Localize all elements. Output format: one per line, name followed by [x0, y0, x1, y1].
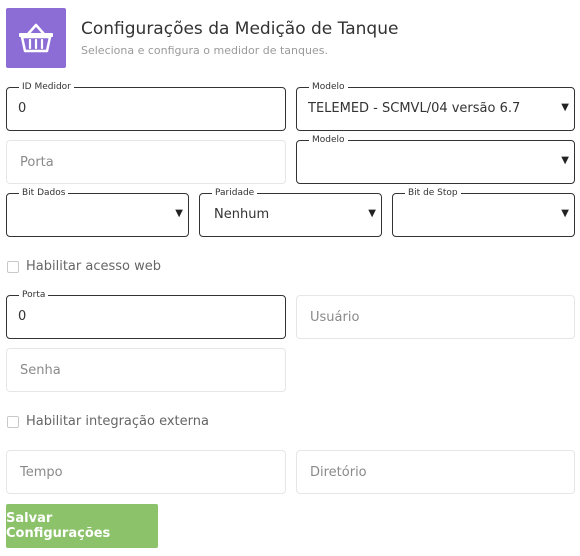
dropdown-arrow-icon: ▼ [561, 102, 569, 113]
dropdown-arrow-icon: ▼ [561, 208, 569, 219]
web-porta-value: 0 [18, 309, 27, 324]
porta-placeholder: Porta [20, 155, 54, 170]
dropdown-arrow-icon: ▼ [175, 208, 183, 219]
bit-dados-select[interactable]: Bit Dados ▼ [6, 187, 189, 237]
bit-stop-select[interactable]: Bit de Stop ▼ [392, 187, 575, 237]
usuario-input[interactable]: Usuário [296, 295, 575, 339]
web-porta-field[interactable]: Porta 0 [6, 289, 286, 339]
tempo-input[interactable]: Tempo [6, 450, 286, 494]
modelo-value: TELEMED - SCMVL/04 versão 6.7 [308, 101, 521, 116]
modelo-secondary-select[interactable]: Modelo ▼ [296, 134, 575, 184]
id-medidor-field[interactable]: ID Medidor 0 [6, 81, 286, 131]
web-access-toggle[interactable]: Habilitar acesso web [7, 259, 161, 274]
modelo-label: Modelo [309, 81, 348, 93]
dropdown-arrow-icon: ▼ [561, 155, 569, 166]
tempo-placeholder: Tempo [20, 465, 63, 480]
paridade-value: Nenhum [214, 207, 270, 222]
bit-dados-label: Bit Dados [19, 187, 69, 199]
page-title: Configurações da Medição de Tanque [81, 19, 399, 39]
id-medidor-value: 0 [18, 101, 27, 116]
web-porta-label: Porta [19, 289, 49, 301]
id-medidor-label: ID Medidor [19, 81, 74, 93]
diretorio-placeholder: Diretório [310, 465, 367, 480]
modelo-select[interactable]: Modelo TELEMED - SCMVL/04 versão 6.7 ▼ [296, 81, 575, 131]
page-subtitle: Seleciona e configura o medidor de tanqu… [81, 44, 328, 57]
bit-stop-label: Bit de Stop [405, 187, 461, 199]
paridade-label: Paridade [212, 187, 258, 199]
senha-placeholder: Senha [20, 363, 61, 378]
web-access-checkbox[interactable] [7, 260, 19, 273]
diretorio-input[interactable]: Diretório [296, 450, 575, 494]
senha-input[interactable]: Senha [6, 348, 286, 392]
paridade-select[interactable]: Paridade Nenhum ▼ [199, 187, 382, 237]
external-integration-checkbox[interactable] [7, 415, 19, 428]
modelo-secondary-label: Modelo [309, 134, 348, 146]
external-integration-toggle[interactable]: Habilitar integração externa [7, 414, 209, 429]
web-access-label: Habilitar acesso web [26, 259, 161, 274]
basket-icon [6, 8, 66, 68]
external-integration-label: Habilitar integração externa [26, 414, 209, 429]
dropdown-arrow-icon: ▼ [368, 208, 376, 219]
save-button[interactable]: Salvar Configurações [6, 504, 158, 548]
usuario-placeholder: Usuário [310, 310, 360, 325]
porta-input[interactable]: Porta [6, 140, 286, 184]
